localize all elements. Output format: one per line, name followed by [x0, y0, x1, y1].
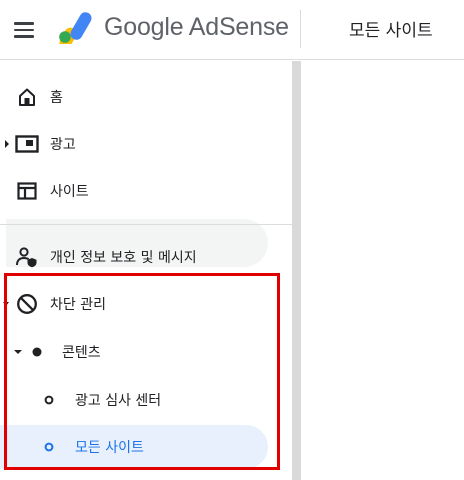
menu-bar [14, 28, 34, 32]
adsense-logo-icon[interactable] [58, 12, 98, 44]
sidebar-item-label: 개인 정보 보호 및 메시지 [50, 250, 197, 266]
sidebar-item-all-sites-row[interactable]: 모든 사이트 [0, 425, 268, 469]
header-divider [300, 10, 301, 48]
home-icon [16, 87, 38, 107]
collapse-arrow-icon[interactable] [14, 350, 22, 354]
app-header: Google AdSense 모든 사이트 [0, 0, 464, 60]
sidebar-item-label: 사이트 [50, 184, 89, 200]
sidebar-item-ads[interactable]: 광고 [0, 122, 292, 166]
sidebar-item-label: 홈 [50, 90, 63, 106]
collapse-arrow-icon[interactable] [3, 302, 9, 306]
sidebar-divider [0, 224, 292, 225]
main-content [301, 61, 464, 480]
selected-hollow-dot-icon [44, 442, 54, 452]
sidebar-scrollbar[interactable] [292, 61, 301, 480]
expand-arrow-icon[interactable] [5, 140, 9, 148]
sidebar-item-label: 차단 관리 [50, 297, 106, 313]
menu-bar [14, 35, 34, 38]
sites-icon [16, 181, 38, 201]
sidebar-item-blocking-controls[interactable]: 차단 관리 [0, 281, 270, 325]
sidebar-item-sites[interactable]: 사이트 [0, 169, 292, 213]
sidebar-item-label: 광고 [50, 137, 76, 153]
sidebar-item-all-sites[interactable] [0, 364, 268, 408]
sidebar-item-home[interactable]: 홈 [0, 75, 292, 119]
brand-name: Google AdSense [104, 13, 289, 41]
privacy-messaging-icon [15, 246, 39, 268]
sidebar-item-label: 모든 사이트 [75, 440, 144, 456]
sidebar-item-label: 콘텐츠 [62, 345, 101, 361]
menu-bar [14, 22, 34, 25]
ads-icon [15, 134, 39, 154]
filled-dot-icon [32, 347, 42, 357]
sidebar-item-privacy-messaging[interactable]: 개인 정보 보호 및 메시지 [0, 234, 292, 278]
main-menu-button[interactable] [14, 18, 40, 42]
block-icon [15, 292, 39, 316]
page-title: 모든 사이트 [349, 21, 433, 41]
